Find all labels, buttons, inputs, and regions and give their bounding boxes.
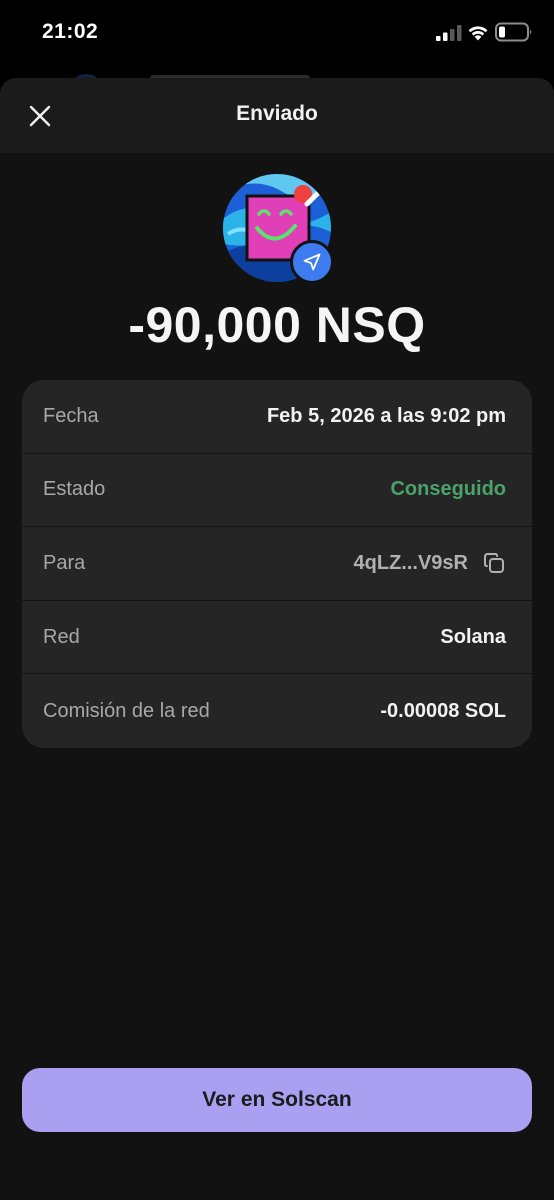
detail-label: Comisión de la red	[43, 699, 210, 722]
detail-value: -0.00008 SOL	[380, 699, 506, 722]
send-icon	[303, 253, 321, 271]
detail-row-recipient[interactable]: Para 4qLZ...V9sR	[22, 527, 532, 601]
recipient-address: 4qLZ...V9sR	[353, 551, 468, 574]
detail-value: Solana	[440, 625, 506, 648]
detail-label: Fecha	[43, 404, 99, 427]
battery-icon	[495, 22, 532, 42]
token-avatar-wrap	[223, 174, 335, 286]
send-badge	[290, 240, 334, 284]
view-on-solscan-button[interactable]: Ver en Solscan	[22, 1068, 532, 1132]
detail-label: Para	[43, 551, 86, 574]
detail-label: Estado	[43, 478, 106, 501]
screen: 21:02 Enviado -90,000 NSQ Fecha Feb 5, 2…	[0, 0, 554, 1200]
status-time: 21:02	[42, 20, 99, 43]
status-value: Conseguido	[390, 478, 506, 501]
detail-row-status: Estado Conseguido	[22, 454, 532, 528]
signal-icon	[436, 25, 462, 41]
detail-row-network: Red Solana	[22, 601, 532, 675]
sheet-header: Enviado	[0, 78, 554, 153]
recipient-address-group: 4qLZ...V9sR	[354, 551, 506, 575]
sheet-title: Enviado	[236, 102, 318, 125]
transaction-amount: -90,000 NSQ	[128, 297, 426, 353]
status-bar: 21:02	[0, 0, 554, 70]
detail-value: Feb 5, 2026 a las 9:02 pm	[266, 404, 506, 427]
detail-row-date: Fecha Feb 5, 2026 a las 9:02 pm	[22, 380, 532, 454]
detail-label: Red	[43, 625, 80, 648]
detail-row-fee: Comisión de la red -0.00008 SOL	[22, 674, 532, 748]
details-card: Fecha Feb 5, 2026 a las 9:02 pm Estado C…	[22, 380, 532, 748]
copy-icon[interactable]	[482, 551, 506, 575]
wifi-icon	[468, 26, 488, 41]
transaction-sheet: Enviado -90,000 NSQ Fecha Feb 5, 2026 a …	[0, 78, 554, 1200]
